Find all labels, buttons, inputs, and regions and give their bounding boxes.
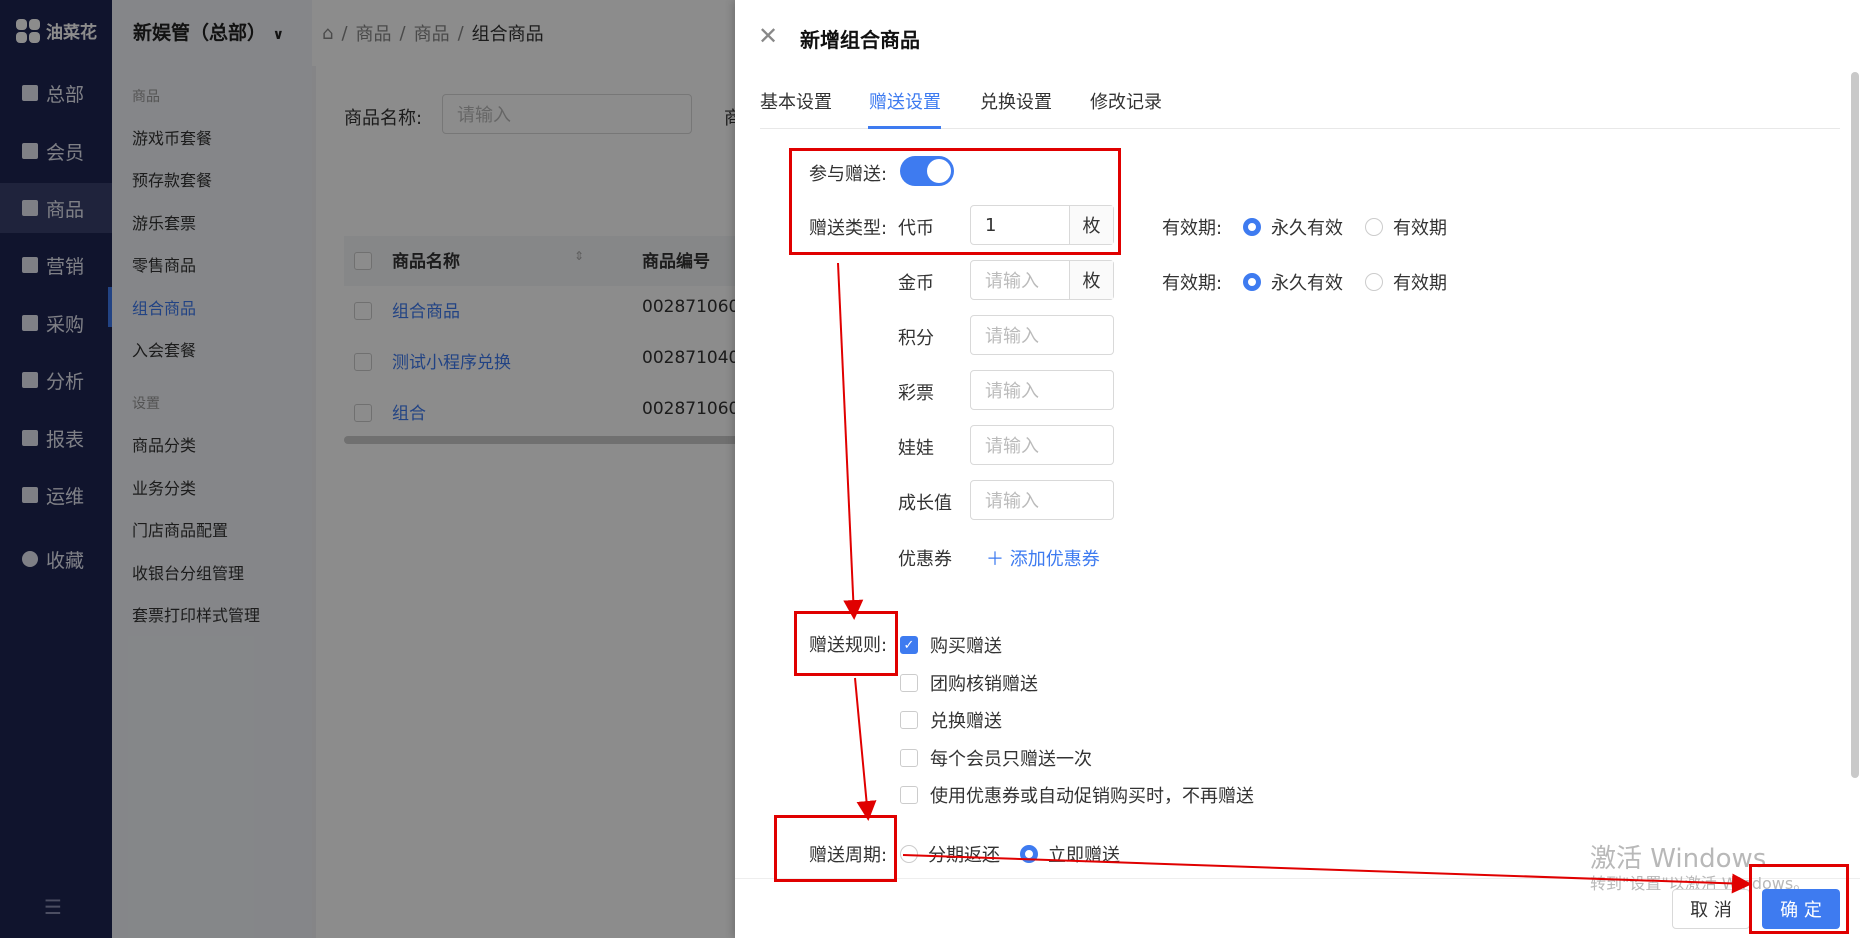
annotation-arrows: [837, 262, 1752, 894]
